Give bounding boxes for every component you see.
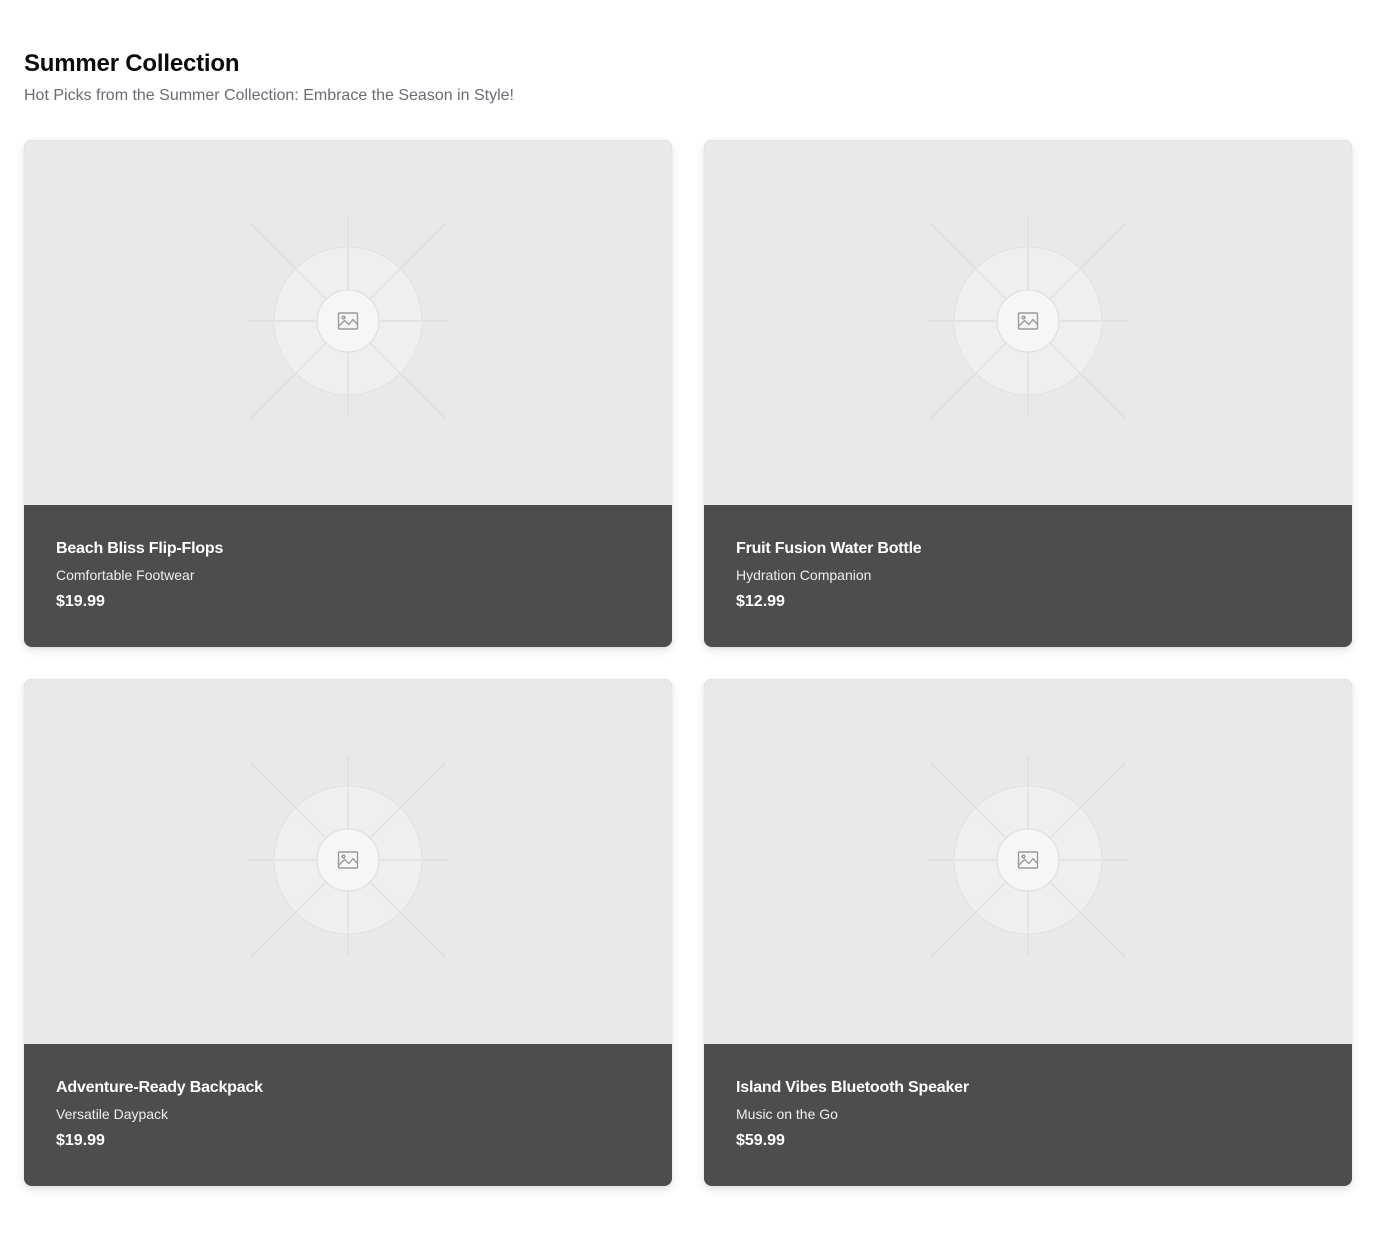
- image-placeholder-icon: [928, 216, 1128, 420]
- product-info: Island Vibes Bluetooth Speaker Music on …: [704, 1044, 1352, 1186]
- product-card[interactable]: Beach Bliss Flip-Flops Comfortable Footw…: [24, 140, 672, 647]
- image-placeholder-icon: [928, 755, 1128, 959]
- product-price: $19.99: [56, 593, 105, 610]
- image-placeholder-icon: [248, 755, 448, 959]
- product-description: Versatile Daypack: [56, 1106, 169, 1122]
- product-description: Comfortable Footwear: [56, 567, 195, 583]
- product-price: $19.99: [56, 1132, 105, 1149]
- product-name[interactable]: Island Vibes Bluetooth Speaker: [736, 1078, 1320, 1098]
- product-card[interactable]: Island Vibes Bluetooth Speaker Music on …: [704, 679, 1352, 1186]
- product-image-placeholder: [24, 140, 672, 505]
- page-subtitle: Hot Picks from the Summer Collection: Em…: [24, 87, 514, 104]
- image-placeholder-icon: [248, 216, 448, 420]
- product-info: Fruit Fusion Water Bottle Hydration Comp…: [704, 505, 1352, 647]
- product-image-placeholder: [24, 679, 672, 1044]
- product-price: $12.99: [736, 593, 785, 610]
- product-card[interactable]: Adventure-Ready Backpack Versatile Daypa…: [24, 679, 672, 1186]
- page-title: Summer Collection: [24, 50, 240, 77]
- product-name[interactable]: Beach Bliss Flip-Flops: [56, 539, 640, 559]
- product-name[interactable]: Fruit Fusion Water Bottle: [736, 539, 1320, 559]
- product-description: Music on the Go: [736, 1106, 838, 1122]
- product-description: Hydration Companion: [736, 567, 872, 583]
- product-image-placeholder: [704, 140, 1352, 505]
- product-image-placeholder: [704, 679, 1352, 1044]
- product-info: Beach Bliss Flip-Flops Comfortable Footw…: [24, 505, 672, 647]
- page: Summer Collection Hot Picks from the Sum…: [0, 0, 1376, 1233]
- product-grid: Beach Bliss Flip-Flops Comfortable Footw…: [24, 140, 1352, 1186]
- product-price: $59.99: [736, 1132, 785, 1149]
- product-name[interactable]: Adventure-Ready Backpack: [56, 1078, 640, 1098]
- product-card[interactable]: Fruit Fusion Water Bottle Hydration Comp…: [704, 140, 1352, 647]
- product-info: Adventure-Ready Backpack Versatile Daypa…: [24, 1044, 672, 1186]
